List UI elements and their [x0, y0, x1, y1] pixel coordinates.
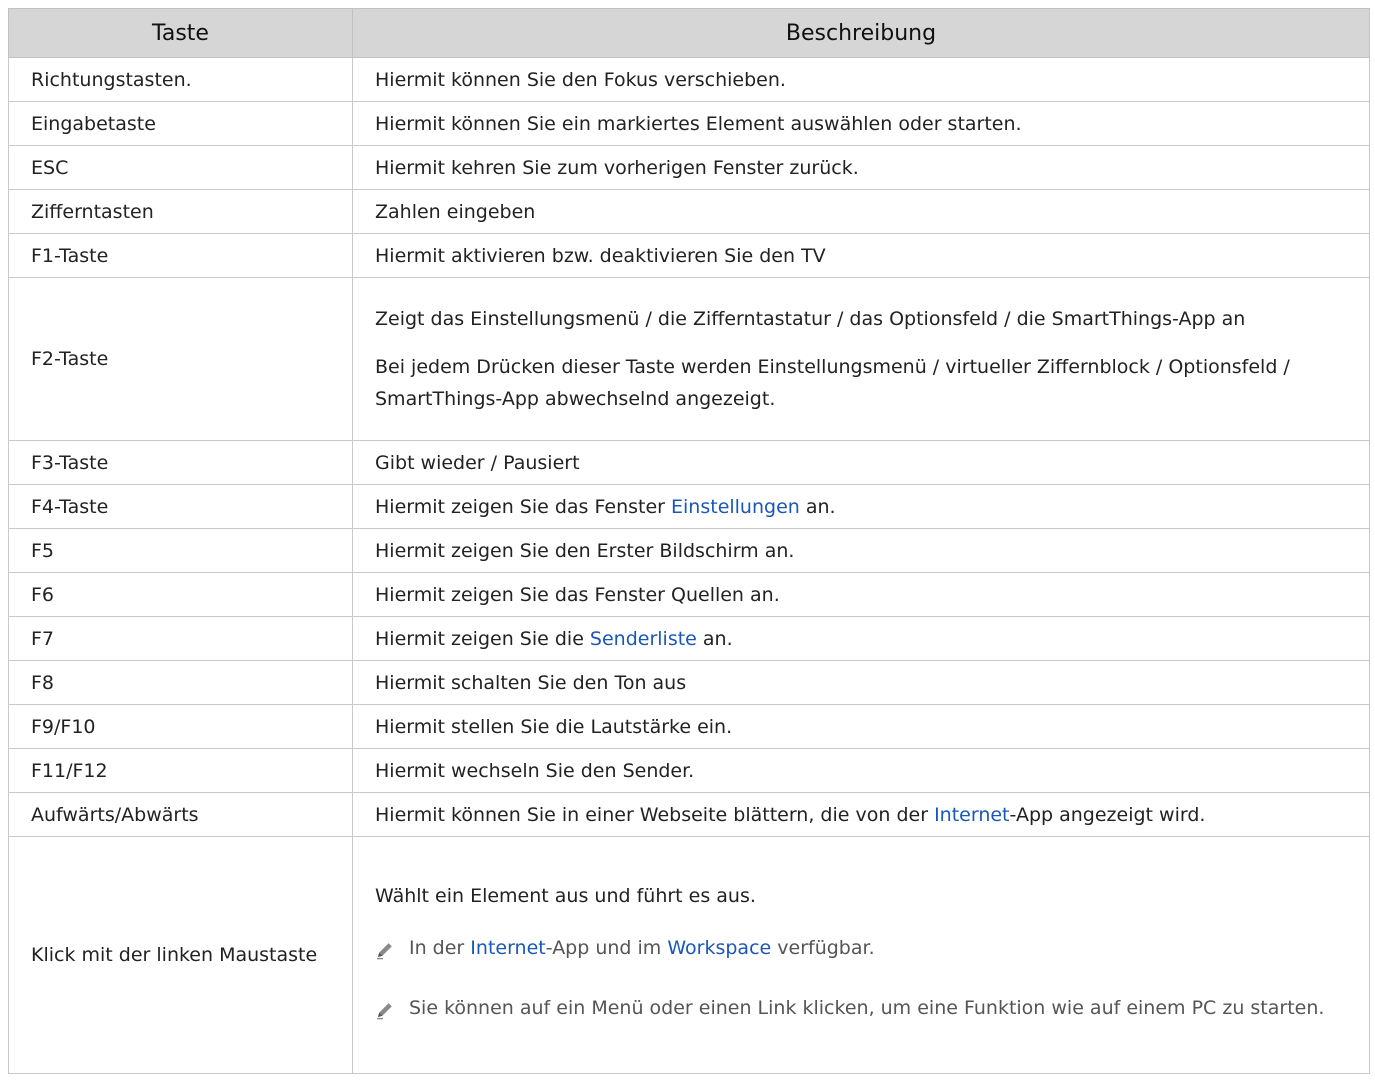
- description-text: Hiermit zeigen Sie die: [375, 627, 590, 650]
- description-cell: Zeigt das Einstellungsmenü / die Ziffern…: [352, 277, 1370, 441]
- description-cell: Hiermit kehren Sie zum vorherigen Fenste…: [352, 145, 1370, 190]
- key-cell: F5: [8, 528, 353, 573]
- table-row: ESC Hiermit kehren Sie zum vorherigen Fe…: [8, 145, 1370, 190]
- header-key: Taste: [8, 8, 353, 58]
- table-row: F9/F10 Hiermit stellen Sie die Lautstärk…: [8, 704, 1370, 749]
- table-row: Klick mit der linken Maustaste Wählt ein…: [8, 836, 1370, 1074]
- workspace-link[interactable]: Workspace: [667, 937, 771, 959]
- key-description-table: Taste Beschreibung Richtungstasten. Hier…: [8, 8, 1370, 1074]
- table-row: F5 Hiermit zeigen Sie den Erster Bildsch…: [8, 528, 1370, 573]
- description-cell: Hiermit aktivieren bzw. deaktivieren Sie…: [352, 233, 1370, 278]
- description-cell: Hiermit können Sie den Fokus verschieben…: [352, 57, 1370, 102]
- note-text-part: verfügbar.: [771, 937, 875, 959]
- table-row: Richtungstasten. Hiermit können Sie den …: [8, 57, 1370, 102]
- description-cell: Hiermit schalten Sie den Ton aus: [352, 660, 1370, 705]
- note-text: Sie können auf ein Menü oder einen Link …: [409, 997, 1325, 1019]
- internet-link[interactable]: Internet: [934, 804, 1009, 826]
- description-text: -App angezeigt wird.: [1009, 803, 1206, 826]
- key-cell: F8: [8, 660, 353, 705]
- table-row: F11/F12 Hiermit wechseln Sie den Sender.: [8, 748, 1370, 793]
- key-cell: F3-Taste: [8, 440, 353, 485]
- note-text-part: -App und im: [545, 937, 668, 959]
- table-row: Zifferntasten Zahlen eingeben: [8, 189, 1370, 234]
- table-row: F3-Taste Gibt wieder / Pausiert: [8, 440, 1370, 485]
- note-text: In der Internet-App und im Workspace ver…: [409, 932, 1347, 964]
- key-cell: Klick mit der linken Maustaste: [8, 836, 353, 1074]
- description-paragraph: Bei jedem Drücken dieser Taste werden Ei…: [375, 356, 1290, 410]
- channel-list-link[interactable]: Senderliste: [590, 628, 697, 650]
- table-row: F7 Hiermit zeigen Sie die Senderliste an…: [8, 616, 1370, 661]
- description-cell: Hiermit können Sie ein markiertes Elemen…: [352, 101, 1370, 146]
- key-cell: F9/F10: [8, 704, 353, 749]
- internet-link[interactable]: Internet: [470, 937, 545, 959]
- header-description: Beschreibung: [352, 8, 1370, 58]
- table-row: F6 Hiermit zeigen Sie das Fenster Quelle…: [8, 572, 1370, 617]
- key-cell: Aufwärts/Abwärts: [8, 792, 353, 837]
- note: In der Internet-App und im Workspace ver…: [375, 932, 1347, 970]
- key-cell: F1-Taste: [8, 233, 353, 278]
- table-row: F4-Taste Hiermit zeigen Sie das Fenster …: [8, 484, 1370, 529]
- description-cell: Hiermit zeigen Sie die Senderliste an.: [352, 616, 1370, 661]
- description-paragraph: Zeigt das Einstellungsmenü / die Ziffern…: [375, 308, 1246, 330]
- key-cell: Richtungstasten.: [8, 57, 353, 102]
- pencil-icon: [375, 992, 409, 1030]
- description-cell: Hiermit zeigen Sie das Fenster Einstellu…: [352, 484, 1370, 529]
- pencil-icon: [375, 932, 409, 970]
- note: Sie können auf ein Menü oder einen Link …: [375, 992, 1347, 1030]
- table-row: Eingabetaste Hiermit können Sie ein mark…: [8, 101, 1370, 146]
- description-cell: Gibt wieder / Pausiert: [352, 440, 1370, 485]
- description-cell: Hiermit zeigen Sie den Erster Bildschirm…: [352, 528, 1370, 573]
- description-cell: Hiermit stellen Sie die Lautstärke ein.: [352, 704, 1370, 749]
- description-text: Hiermit können Sie in einer Webseite blä…: [375, 803, 935, 826]
- description-cell: Hiermit wechseln Sie den Sender.: [352, 748, 1370, 793]
- description-text: Hiermit zeigen Sie das Fenster: [375, 495, 672, 518]
- key-cell: F2-Taste: [8, 277, 353, 441]
- table-row: F8 Hiermit schalten Sie den Ton aus: [8, 660, 1370, 705]
- key-cell: F6: [8, 572, 353, 617]
- description-text: an.: [799, 495, 836, 518]
- table-header-row: Taste Beschreibung: [8, 8, 1370, 58]
- description-cell: Hiermit können Sie in einer Webseite blä…: [352, 792, 1370, 837]
- key-cell: Eingabetaste: [8, 101, 353, 146]
- table-row: Aufwärts/Abwärts Hiermit können Sie in e…: [8, 792, 1370, 837]
- description-paragraph: Wählt ein Element aus und führt es aus.: [375, 885, 756, 907]
- table-row: F2-Taste Zeigt das Einstellungsmenü / di…: [8, 277, 1370, 441]
- key-cell: F11/F12: [8, 748, 353, 793]
- note-text-part: In der: [409, 937, 471, 959]
- table-row: F1-Taste Hiermit aktivieren bzw. deaktiv…: [8, 233, 1370, 278]
- description-cell: Zahlen eingeben: [352, 189, 1370, 234]
- description-cell: Hiermit zeigen Sie das Fenster Quellen a…: [352, 572, 1370, 617]
- key-cell: F7: [8, 616, 353, 661]
- settings-link[interactable]: Einstellungen: [671, 496, 800, 518]
- key-cell: Zifferntasten: [8, 189, 353, 234]
- key-cell: ESC: [8, 145, 353, 190]
- description-text: an.: [696, 627, 733, 650]
- key-cell: F4-Taste: [8, 484, 353, 529]
- description-cell: Wählt ein Element aus und führt es aus. …: [352, 836, 1370, 1074]
